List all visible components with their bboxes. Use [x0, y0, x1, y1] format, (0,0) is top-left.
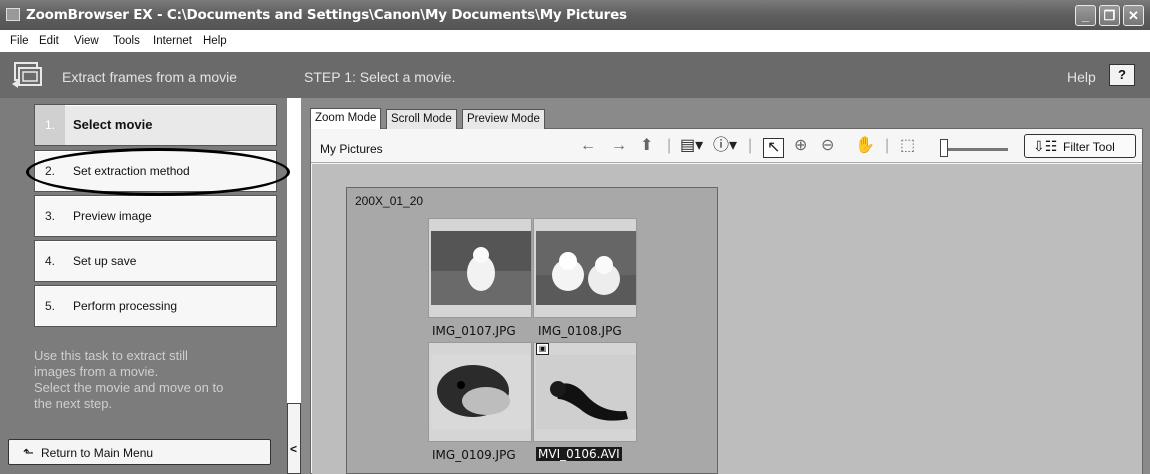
hand-tool-icon[interactable]: ✋ [855, 138, 875, 154]
filter-tool-button[interactable]: ⇩☷ Filter Tool [1024, 134, 1136, 158]
filter-icon: ⇩☷ [1033, 138, 1058, 154]
thumbnail-caption: IMG_0108.JPG [538, 324, 622, 338]
collapse-arrow-icon: < [290, 442, 298, 456]
menu-internet[interactable]: Internet [153, 35, 192, 47]
task-header: Extract frames from a movie [0, 52, 287, 98]
zoom-out-icon[interactable]: ⊖ [821, 138, 834, 154]
window-title: ZoomBrowser EX - C:\Documents and Settin… [26, 7, 627, 23]
slider-track [944, 148, 1008, 151]
thumbnail-mvi-0106[interactable] [533, 342, 637, 442]
panel-collapse-handle[interactable]: < [287, 403, 301, 474]
forward-arrow-icon[interactable]: → [611, 138, 627, 154]
step-title: STEP 1: Select a movie. [304, 69, 456, 85]
photo-dog [431, 231, 531, 305]
description-line: Use this task to extract still [34, 348, 188, 363]
help-button[interactable]: ? [1109, 64, 1135, 86]
task-title: Extract frames from a movie [62, 69, 238, 85]
thumbnail-caption: IMG_0107.JPG [432, 324, 516, 338]
help-label: Help [1067, 69, 1096, 85]
thumbnail-caption: IMG_0109.JPG [432, 448, 516, 462]
highlight-oval [26, 148, 290, 196]
step-set-up-save[interactable]: 4. Set up save [34, 240, 277, 282]
step-number: 1. [45, 118, 56, 132]
up-folder-icon[interactable]: ⬆ [640, 138, 653, 154]
fit-to-window-icon[interactable]: ⬚ [900, 138, 915, 154]
folder-group: 200X_01_20 [346, 187, 718, 474]
tab-preview-mode[interactable]: Preview Mode [462, 109, 545, 129]
menu-view[interactable]: View [74, 35, 99, 47]
movie-indicator-icon: ▣ [536, 343, 549, 355]
menu-file[interactable]: File [10, 35, 29, 47]
step-preview-image[interactable]: 3. Preview image [34, 195, 277, 237]
display-options-icon[interactable]: ▤▾ [680, 138, 703, 154]
step-number: 4. [45, 254, 56, 268]
step-perform-processing[interactable]: 5. Perform processing [34, 285, 277, 327]
description-line: Select the movie and move on to [34, 380, 224, 395]
toolbar-separator: | [667, 137, 672, 154]
select-pointer-icon[interactable]: ↖ [763, 138, 785, 158]
breadcrumb: My Pictures [320, 142, 383, 156]
zoom-slider[interactable] [940, 139, 1008, 157]
filter-tool-label: Filter Tool [1063, 140, 1115, 154]
return-to-main-menu-button[interactable]: ⬑ Return to Main Menu [8, 439, 271, 465]
tab-zoom-mode[interactable]: Zoom Mode [310, 108, 382, 129]
step-label: Preview image [73, 209, 152, 223]
menu-edit[interactable]: Edit [39, 35, 59, 47]
info-icon[interactable]: ⓘ▾ [713, 138, 737, 154]
title-bar: ZoomBrowser EX - C:\Documents and Settin… [0, 0, 1150, 30]
menu-tools[interactable]: Tools [113, 35, 140, 47]
step-label: Perform processing [73, 299, 178, 313]
step-header: STEP 1: Select a movie. Help ? [287, 52, 1150, 98]
photo-two-dogs [536, 231, 636, 305]
step-number: 3. [45, 209, 56, 223]
folder-name: 200X_01_20 [355, 194, 424, 208]
thumbnail-img-0107[interactable] [428, 218, 532, 318]
step-number: 5. [45, 299, 56, 313]
menu-bar: File Edit View Tools Internet Help [0, 30, 1150, 52]
thumbnail-img-0108[interactable] [533, 218, 637, 318]
restore-button[interactable]: ❐ [1099, 5, 1120, 26]
minimize-button[interactable]: _ [1075, 5, 1096, 26]
task-description: Use this task to extract still images fr… [34, 348, 274, 412]
zoom-in-icon[interactable]: ⊕ [794, 138, 807, 154]
step-select-movie[interactable]: 1. Select movie [34, 104, 277, 146]
step-label: Set up save [73, 254, 137, 268]
slider-thumb[interactable] [940, 139, 948, 157]
menu-help[interactable]: Help [203, 35, 227, 47]
step-label: Select movie [73, 117, 153, 132]
description-line: the next step. [34, 396, 113, 411]
photo-ferret-closeup [431, 355, 531, 429]
return-arrow-icon: ⬑ [23, 445, 34, 460]
thumbnail-img-0109[interactable] [428, 342, 532, 442]
film-extract-icon [12, 62, 42, 88]
return-button-label: Return to Main Menu [41, 446, 154, 460]
toolbar-separator: | [885, 137, 890, 154]
close-button[interactable]: ✕ [1123, 5, 1144, 26]
app-icon[interactable] [6, 8, 20, 21]
description-line: images from a movie. [34, 364, 159, 379]
photo-ferret-movie [536, 355, 636, 429]
tab-scroll-mode[interactable]: Scroll Mode [386, 109, 457, 129]
toolbar-separator: | [748, 137, 753, 154]
thumbnail-caption-selected: MVI_0106.AVI [536, 447, 622, 461]
back-arrow-icon[interactable]: ← [580, 138, 596, 154]
